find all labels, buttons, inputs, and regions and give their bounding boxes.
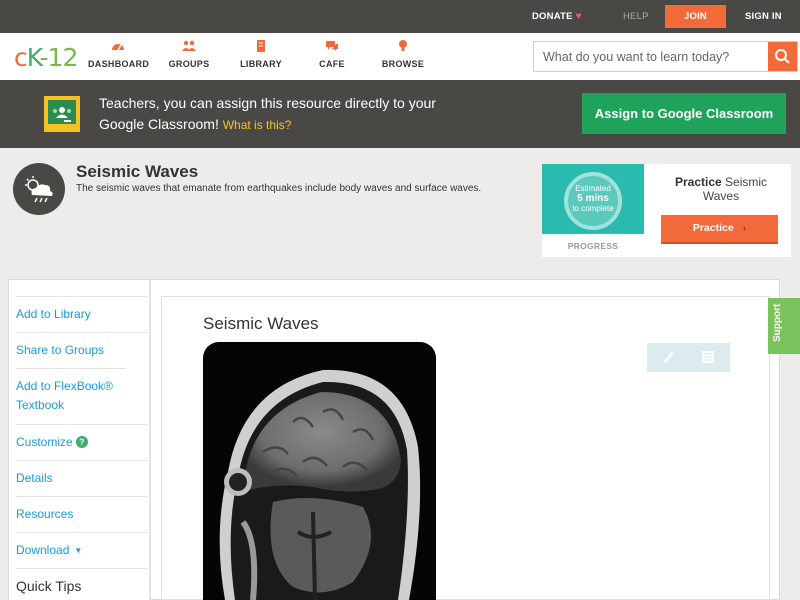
add-to-flexbook-link[interactable]: Add to FlexBook® Textbook bbox=[16, 368, 126, 424]
chevron-right-icon: › bbox=[742, 222, 747, 234]
google-classroom-icon bbox=[44, 96, 80, 132]
practice-button[interactable]: Practice › bbox=[661, 215, 778, 244]
donate-link[interactable]: DONATE ♥ bbox=[532, 0, 582, 33]
logo-k: K bbox=[26, 43, 41, 72]
content-tools bbox=[647, 343, 730, 372]
concept-title: Seismic Waves bbox=[76, 162, 199, 181]
download-link[interactable]: Download ▼ bbox=[16, 532, 148, 569]
support-tab[interactable]: Support bbox=[768, 298, 800, 354]
estimated-time: Estimated 5 mins to complete bbox=[564, 184, 622, 214]
caret-down-icon: ▼ bbox=[74, 546, 83, 555]
download-label: Download bbox=[16, 543, 70, 557]
sidebar: Add to Library Share to Groups Add to Fl… bbox=[9, 280, 151, 600]
share-to-groups-link[interactable]: Share to Groups bbox=[16, 332, 148, 369]
dashboard-icon bbox=[112, 44, 124, 51]
notes-icon[interactable] bbox=[701, 350, 715, 364]
join-button[interactable]: JOIN bbox=[665, 5, 726, 28]
estimated-mins: 5 mins bbox=[577, 193, 609, 204]
search-input[interactable] bbox=[534, 42, 769, 71]
nav-groups-label: GROUPS bbox=[168, 59, 210, 69]
customize-label: Customize bbox=[16, 435, 73, 449]
quick-tips-heading[interactable]: Quick Tips bbox=[16, 568, 148, 600]
content-title: Seismic Waves bbox=[203, 314, 319, 333]
help-link[interactable]: HELP bbox=[623, 0, 649, 33]
donate-label: DONATE bbox=[532, 11, 573, 22]
nav-browse-label: BROWSE bbox=[381, 59, 425, 69]
search-button[interactable] bbox=[768, 42, 797, 71]
practice-card: Estimated 5 mins to complete PROGRESS Pr… bbox=[542, 164, 791, 257]
library-icon bbox=[257, 40, 265, 52]
nav-library[interactable]: LIBRARY bbox=[240, 40, 282, 69]
to-complete-label: to complete bbox=[572, 204, 614, 213]
support-label: Support bbox=[772, 303, 783, 342]
estimated-label: Estimated bbox=[575, 184, 611, 193]
logo-12: -12 bbox=[39, 43, 79, 72]
weather-storm-icon bbox=[13, 163, 65, 215]
browse-icon bbox=[399, 40, 407, 51]
ck12-logo[interactable]: cK-12 bbox=[14, 43, 79, 72]
resources-link[interactable]: Resources bbox=[16, 496, 148, 533]
concept-description: The seismic waves that emanate from eart… bbox=[76, 183, 482, 194]
practice-button-label: Practice bbox=[692, 222, 734, 234]
progress-label: PROGRESS bbox=[567, 241, 619, 251]
assign-to-google-classroom-button[interactable]: Assign to Google Classroom bbox=[582, 93, 786, 134]
main-nav: cK-12 DASHBOARD GROUPS LIBRARY CAFE BROW… bbox=[0, 33, 800, 80]
nav-browse[interactable]: BROWSE bbox=[381, 40, 425, 69]
search-icon bbox=[775, 49, 790, 64]
details-link[interactable]: Details bbox=[16, 460, 148, 497]
pencil-icon[interactable] bbox=[663, 350, 675, 364]
top-bar: DONATE ♥ HELP JOIN SIGN IN bbox=[0, 0, 800, 33]
add-to-library-link[interactable]: Add to Library bbox=[16, 296, 148, 333]
logo-c: c bbox=[14, 43, 28, 72]
practice-title: Practice Seismic Waves bbox=[661, 175, 781, 203]
nav-dashboard[interactable]: DASHBOARD bbox=[88, 40, 150, 69]
practice-thumbnail: Estimated 5 mins to complete bbox=[542, 164, 644, 234]
customize-link[interactable]: Customize? bbox=[16, 424, 148, 461]
classroom-message: Teachers, you can assign this resource d… bbox=[99, 93, 439, 136]
practice-title-bold: Practice bbox=[674, 175, 722, 189]
groups-icon bbox=[182, 40, 196, 51]
nav-library-label: LIBRARY bbox=[240, 59, 282, 69]
nav-cafe-label: CAFE bbox=[319, 59, 345, 69]
mri-head-image bbox=[203, 342, 436, 600]
nav-cafe[interactable]: CAFE bbox=[316, 40, 348, 69]
nav-groups[interactable]: GROUPS bbox=[168, 40, 210, 69]
help-question-icon[interactable]: ? bbox=[75, 436, 88, 448]
search-box bbox=[533, 41, 798, 72]
sign-in-link[interactable]: SIGN IN bbox=[745, 0, 782, 33]
nav-dashboard-label: DASHBOARD bbox=[88, 59, 150, 69]
cafe-icon bbox=[326, 41, 338, 51]
heart-icon: ♥ bbox=[575, 11, 582, 22]
what-is-this-link[interactable]: What is this? bbox=[223, 118, 292, 132]
